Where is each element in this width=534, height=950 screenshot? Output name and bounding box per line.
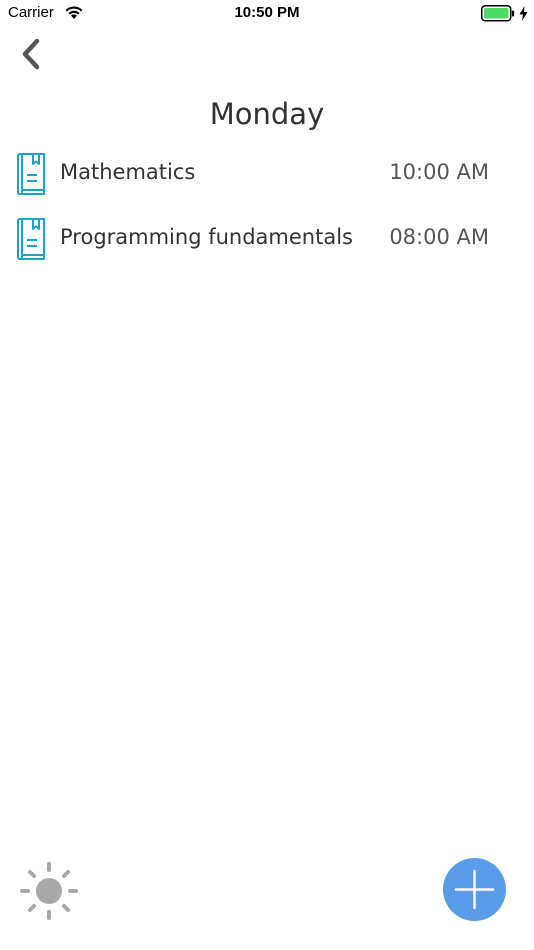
page-title: Monday (209, 97, 325, 131)
book-icon (16, 217, 48, 261)
chevron-left-icon (16, 38, 48, 76)
sun-icon (20, 862, 78, 924)
class-time: 08:00 AM (389, 225, 489, 249)
battery-icon (481, 5, 515, 22)
class-name: Mathematics (60, 160, 196, 184)
list-item-programming-fundamentals[interactable]: Programming fundamentals 08:00 AM (0, 213, 534, 278)
status-bar: Carrier 10:50 PM (0, 0, 534, 28)
charging-bolt-icon (519, 6, 528, 21)
back-button[interactable] (16, 36, 48, 72)
class-list: Mathematics 10:00 AM Programming fundame… (0, 148, 534, 278)
class-name: Programming fundamentals (60, 225, 353, 249)
book-icon (16, 152, 48, 196)
list-item-mathematics[interactable]: Mathematics 10:00 AM (0, 148, 534, 213)
theme-toggle-button[interactable] (20, 862, 78, 920)
class-time: 10:00 AM (389, 160, 489, 184)
add-class-button[interactable] (443, 858, 506, 921)
status-time: 10:50 PM (234, 4, 300, 21)
